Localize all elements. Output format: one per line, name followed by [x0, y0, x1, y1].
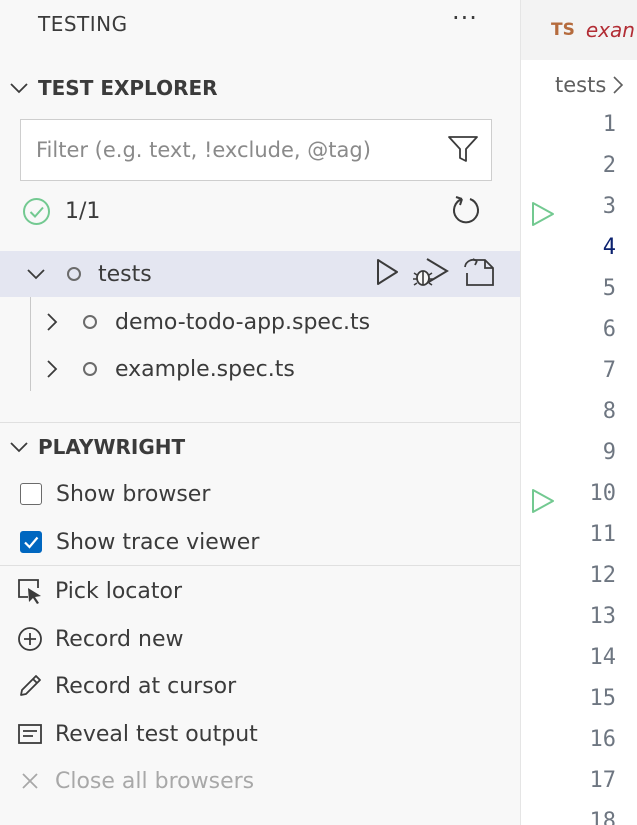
sidebar-title: TESTING: [38, 12, 128, 36]
playwright-header[interactable]: PLAYWRIGHT: [0, 429, 520, 465]
chevron-right-icon[interactable]: [45, 312, 59, 332]
funnel-icon[interactable]: [447, 134, 479, 168]
editor-tab[interactable]: TS exan: [521, 0, 637, 60]
show-trace-viewer-label: Show trace viewer: [56, 529, 260, 555]
line-number: 10: [589, 481, 617, 506]
reveal-test-output-action[interactable]: Reveal test output: [16, 714, 258, 754]
close-all-browsers-action[interactable]: Close all browsers: [16, 761, 254, 801]
line-number: 2: [602, 153, 616, 178]
action-label: Close all browsers: [55, 768, 255, 794]
tree-item-demo-todo-app[interactable]: demo-todo-app.spec.ts: [0, 299, 520, 345]
editor-pane: TS exan tests 1 2 3 4 5 6 7 8 9 10 11 12…: [520, 0, 637, 825]
line-number: 7: [602, 358, 616, 383]
line-number: 9: [602, 440, 616, 465]
pick-locator-action[interactable]: Pick locator: [16, 571, 182, 611]
chevron-down-icon[interactable]: [26, 267, 46, 281]
status-circle-icon: [82, 314, 98, 330]
status-circle-icon: [66, 266, 82, 282]
line-number: 15: [589, 686, 617, 711]
line-number: 13: [589, 604, 617, 629]
breadcrumb[interactable]: tests: [555, 73, 624, 97]
chevron-down-icon: [0, 441, 38, 453]
checkmark-icon: [24, 536, 39, 549]
test-explorer-title: TEST EXPLORER: [38, 76, 218, 100]
record-new-action[interactable]: Record new: [16, 619, 183, 659]
run-test-icon[interactable]: [375, 258, 399, 286]
line-number: 17: [589, 768, 617, 793]
line-number: 14: [589, 645, 617, 670]
check-circle-icon: [22, 197, 51, 226]
action-label: Reveal test output: [55, 721, 258, 747]
filter-input[interactable]: [34, 137, 448, 163]
ellipsis-icon[interactable]: ···: [452, 4, 478, 32]
typescript-badge: TS: [551, 20, 575, 40]
testing-sidebar: TESTING ··· TEST EXPLORER 1/1 tests: [0, 0, 520, 825]
run-test-gutter-icon[interactable]: [530, 487, 556, 515]
section-divider: [0, 422, 520, 423]
output-icon: [16, 720, 44, 748]
circle-plus-icon: [16, 625, 44, 653]
action-label: Pick locator: [55, 578, 183, 604]
status-circle-icon: [82, 361, 98, 377]
run-test-gutter-icon[interactable]: [530, 200, 556, 228]
line-number: 8: [602, 399, 616, 424]
tree-item-label: example.spec.ts: [115, 356, 295, 382]
chevron-right-icon: [613, 76, 624, 94]
section-divider: [0, 565, 520, 566]
line-number: 4: [602, 235, 616, 260]
status-count: 1/1: [65, 198, 101, 224]
close-icon: [16, 767, 44, 795]
show-browser-checkbox[interactable]: [20, 483, 42, 505]
chevron-right-icon[interactable]: [45, 359, 59, 379]
test-filter: [20, 119, 492, 181]
debug-test-icon[interactable]: [413, 257, 449, 287]
tree-item-tests[interactable]: tests: [0, 251, 520, 297]
record-at-cursor-action[interactable]: Record at cursor: [16, 666, 236, 706]
test-explorer-header[interactable]: TEST EXPLORER: [0, 70, 520, 106]
tree-item-label: demo-todo-app.spec.ts: [115, 309, 371, 335]
line-number: 11: [589, 522, 617, 547]
line-number: 3: [602, 194, 616, 219]
playwright-title: PLAYWRIGHT: [38, 435, 186, 459]
line-number: 16: [589, 727, 617, 752]
test-status: 1/1: [22, 195, 100, 227]
action-label: Record new: [55, 626, 184, 652]
pencil-icon: [16, 672, 44, 700]
line-number: 18: [589, 809, 617, 825]
show-browser-option[interactable]: Show browser: [20, 474, 210, 514]
tree-item-label: tests: [98, 261, 152, 287]
show-browser-label: Show browser: [56, 481, 211, 507]
chevron-down-icon: [0, 82, 38, 94]
go-to-test-icon[interactable]: [463, 257, 495, 287]
breadcrumb-folder[interactable]: tests: [555, 73, 606, 97]
line-number: 5: [602, 276, 616, 301]
refresh-icon[interactable]: [450, 194, 482, 230]
line-number: 6: [602, 317, 616, 342]
tab-filename: exan: [585, 18, 635, 42]
show-trace-viewer-option[interactable]: Show trace viewer: [20, 522, 259, 562]
line-number: 12: [589, 563, 617, 588]
line-number: 1: [602, 112, 616, 137]
row-actions: [375, 257, 495, 287]
pick-locator-icon: [16, 577, 44, 605]
tree-item-example-spec[interactable]: example.spec.ts: [0, 346, 520, 392]
show-trace-viewer-checkbox[interactable]: [20, 531, 42, 553]
action-label: Record at cursor: [55, 673, 237, 699]
